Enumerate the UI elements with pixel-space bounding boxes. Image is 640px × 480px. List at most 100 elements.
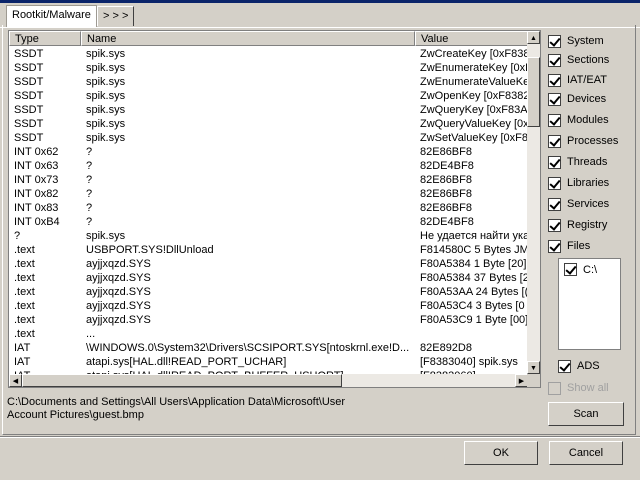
table-row[interactable]: INT 0x82? 82E86BF8 — [9, 187, 528, 201]
current-path: C:\Documents and Settings\All Users\Appl… — [7, 396, 537, 422]
cell-value: F80A53C9 1 Byte [00] — [420, 314, 528, 326]
cell-type: SSDT — [14, 48, 44, 60]
horizontal-scrollbar[interactable]: ◀ ▶ — [9, 374, 528, 387]
column-header-value[interactable]: Value — [415, 31, 528, 46]
table-row[interactable]: SSDT spik.sys ZwEnumerateValueKe — [9, 75, 528, 89]
check-threads[interactable]: Threads — [548, 154, 607, 170]
cell-value: 82E86BF8 — [420, 188, 472, 200]
ok-button[interactable]: OK — [464, 441, 538, 465]
cell-name: spik.sys — [86, 132, 126, 144]
scan-button[interactable]: Scan — [548, 402, 624, 426]
check-ads[interactable]: ADS — [558, 358, 600, 374]
table-row[interactable]: INT 0xB4? 82DE4BF8 — [9, 215, 528, 229]
check-libraries[interactable]: Libraries — [548, 175, 609, 191]
check-show-all[interactable]: Show all — [548, 380, 609, 396]
table-row[interactable]: .text USBPORT.SYS!DllUnload F814580C 5 Byt… — [9, 243, 528, 257]
path-line-1: C:\Documents and Settings\All Users\Appl… — [7, 396, 346, 408]
tab-bar: Rootkit/Malware > > > — [0, 3, 640, 28]
results-list[interactable]: Type Name Value SSDT spik.sys ZwCreateKey … — [8, 30, 541, 388]
table-row[interactable]: SSDT spik.sys ZwQueryValueKey [0x — [9, 117, 528, 131]
scroll-left-button[interactable]: ◀ — [9, 374, 22, 387]
checkbox-icon[interactable] — [548, 218, 561, 232]
check-iat-eat[interactable]: IAT/EAT — [548, 72, 607, 88]
checkbox-icon[interactable] — [548, 113, 561, 127]
checkbox-icon[interactable] — [548, 381, 561, 395]
check-sections[interactable]: Sections — [548, 52, 609, 68]
table-row[interactable]: SSDT spik.sys ZwOpenKey [0xF8382 — [9, 89, 528, 103]
cell-value: ZwCreateKey [0xF8382 — [420, 48, 528, 60]
scroll-up-button[interactable]: ▲ — [527, 31, 540, 44]
cell-type: .text — [14, 328, 35, 340]
checkbox-icon[interactable] — [548, 53, 561, 67]
checkbox-icon[interactable] — [558, 359, 571, 373]
cell-name: ? — [86, 188, 93, 200]
check-modules[interactable]: Modules — [548, 112, 609, 128]
table-row[interactable]: .text ayjjxqzd.SYS F80A53C9 1 Byte [00] — [9, 313, 528, 327]
table-row[interactable]: SSDT spik.sys ZwEnumerateKey [0xF — [9, 61, 528, 75]
checkbox-icon[interactable] — [548, 197, 561, 211]
cancel-button[interactable]: Cancel — [549, 441, 623, 465]
checkbox-icon[interactable] — [548, 239, 561, 253]
check-devices[interactable]: Devices — [548, 91, 606, 107]
vertical-scroll-thumb[interactable] — [527, 57, 540, 127]
table-row[interactable]: .text ayjjxqzd.SYS F80A5384 37 Bytes [2 — [9, 271, 528, 285]
cell-name: spik.sys — [86, 230, 126, 242]
vertical-scrollbar[interactable]: ▲ ▼ — [527, 31, 540, 374]
table-row[interactable]: INT 0x73? 82E86BF8 — [9, 173, 528, 187]
cell-type: .text — [14, 314, 35, 326]
cell-name: spik.sys — [86, 90, 126, 102]
cell-value: F80A5384 1 Byte [20] — [420, 258, 527, 270]
column-header-type[interactable]: Type — [9, 31, 81, 46]
table-row[interactable]: SSDT spik.sys ZwQueryKey [0xF83A — [9, 103, 528, 117]
check-processes[interactable]: Processes — [548, 133, 618, 149]
table-row[interactable]: .text... — [9, 327, 528, 341]
horizontal-scroll-thumb[interactable] — [22, 374, 342, 387]
list-body: SSDT spik.sys ZwCreateKey [0xF8382 SSDT spik… — [9, 47, 528, 374]
cell-value: F80A5384 37 Bytes [2 — [420, 272, 528, 284]
checkbox-icon[interactable] — [548, 176, 561, 190]
checkbox-icon[interactable] — [564, 263, 577, 276]
table-row[interactable]: IAT \WINDOWS.0\System32\Drivers\SCSIPORT.… — [9, 341, 528, 355]
cell-name: spik.sys — [86, 48, 126, 60]
checkbox-icon[interactable] — [548, 92, 561, 106]
checkbox-icon[interactable] — [548, 73, 561, 87]
tab-rootkit-malware[interactable]: Rootkit/Malware — [6, 5, 97, 27]
path-line-2: Account Pictures\guest.bmp — [7, 409, 144, 421]
table-row[interactable]: INT 0x83? 82E86BF8 — [9, 201, 528, 215]
checkbox-icon[interactable] — [548, 155, 561, 169]
cell-type: ? — [14, 230, 21, 242]
table-row[interactable]: INT 0x63? 82DE4BF8 — [9, 159, 528, 173]
table-row[interactable]: IAT atapi.sys[HAL.dll!READ_PORT_UCHAR] [F8… — [9, 355, 528, 369]
drive-item-c[interactable]: C:\ — [564, 263, 597, 276]
cell-value: F814580C 5 Bytes JM — [420, 244, 528, 256]
cell-name: ... — [86, 328, 96, 340]
tab-more[interactable]: > > > — [97, 6, 135, 26]
checkbox-icon[interactable] — [548, 134, 561, 148]
table-row[interactable]: SSDT spik.sys ZwCreateKey [0xF8382 — [9, 47, 528, 61]
check-label: Devices — [567, 93, 607, 105]
column-header-name[interactable]: Name — [81, 31, 415, 46]
cell-name: ? — [86, 174, 93, 186]
check-system[interactable]: System — [548, 33, 604, 49]
check-services[interactable]: Services — [548, 196, 609, 212]
check-files[interactable]: Files — [548, 238, 590, 254]
table-row[interactable]: .text ayjjxqzd.SYS F80A5384 1 Byte [20] — [9, 257, 528, 271]
scroll-down-button[interactable]: ▼ — [527, 361, 540, 374]
cell-name: ayjjxqzd.SYS — [86, 314, 151, 326]
check-label: IAT/EAT — [567, 74, 607, 86]
cell-type: SSDT — [14, 104, 44, 116]
table-row[interactable]: .text ayjjxqzd.SYS F80A53C4 3 Bytes [0 — [9, 299, 528, 313]
table-row[interactable]: SSDT spik.sys ZwSetValueKey [0xF8 — [9, 131, 528, 145]
cell-type: INT 0xB4 — [14, 216, 60, 228]
table-row[interactable]: ? spik.sys Не удается найти ука — [9, 229, 528, 243]
check-label: Show all — [567, 382, 609, 394]
cell-value: ZwOpenKey [0xF8382 — [420, 90, 528, 102]
check-label: Threads — [567, 156, 608, 168]
check-label: Sections — [567, 54, 610, 66]
check-registry[interactable]: Registry — [548, 217, 607, 233]
cell-name: spik.sys — [86, 118, 126, 130]
table-row[interactable]: INT 0x62? 82E86BF8 — [9, 145, 528, 159]
checkbox-icon[interactable] — [548, 34, 561, 48]
drive-list[interactable]: C:\ — [558, 258, 621, 350]
table-row[interactable]: .text ayjjxqzd.SYS F80A53AA 24 Bytes [( — [9, 285, 528, 299]
